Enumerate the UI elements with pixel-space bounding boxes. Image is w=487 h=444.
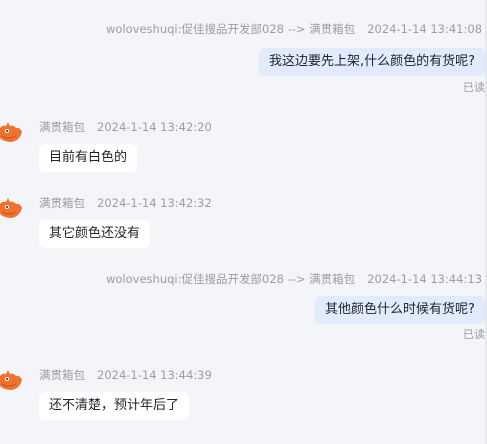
message-timestamp: 2024-1-14 13:42:32 [97, 196, 212, 210]
message-sender: 满贯箱包 [39, 120, 85, 134]
shop-avatar-icon [0, 198, 22, 218]
message-sender: woloveshuqi:促佳搜品开发部028 --> 满贯箱包 [106, 22, 356, 36]
message-header: 满贯箱包 2024-1-14 13:42:20 [39, 119, 212, 135]
message-header: 满贯箱包 2024-1-14 13:44:39 [39, 367, 212, 383]
incoming-message-bubble[interactable]: 目前有白色的 [39, 144, 138, 172]
shop-avatar-icon [0, 122, 22, 142]
message-sender: 满贯箱包 [39, 196, 85, 210]
shop-avatar-icon [0, 370, 22, 390]
read-status: 已读 [463, 81, 485, 94]
message-timestamp: 2024-1-14 13:41:08 [367, 22, 483, 36]
message-header: woloveshuqi:促佳搜品开发部028 --> 满贯箱包 2024-1-14… [106, 21, 482, 37]
message-timestamp: 2024-1-14 13:42:20 [97, 120, 212, 134]
chat-message-list[interactable]: woloveshuqi:促佳搜品开发部028 --> 满贯箱包 2024-1-14… [0, 0, 487, 444]
avatar[interactable] [0, 118, 26, 146]
avatar[interactable] [0, 194, 26, 222]
message-header: 满贯箱包 2024-1-14 13:42:32 [39, 195, 212, 211]
avatar[interactable] [0, 366, 26, 394]
incoming-message-bubble[interactable]: 还不清楚，预计年后了 [39, 392, 190, 420]
message-timestamp: 2024-1-14 13:44:39 [97, 368, 212, 382]
message-sender: 满贯箱包 [39, 368, 85, 382]
outgoing-message-bubble[interactable]: 其他颜色什么时候有货呢? [315, 296, 485, 324]
message-sender: woloveshuqi:促佳搜品开发部028 --> 满贯箱包 [106, 272, 356, 286]
read-status: 已读 [463, 328, 485, 341]
incoming-message-bubble[interactable]: 其它颜色还没有 [39, 220, 151, 248]
message-timestamp: 2024-1-14 13:44:13 [367, 272, 483, 286]
outgoing-message-bubble[interactable]: 我这边要先上架,什么颜色的有货呢? [259, 48, 486, 76]
message-header: woloveshuqi:促佳搜品开发部028 --> 满贯箱包 2024-1-14… [106, 271, 482, 287]
